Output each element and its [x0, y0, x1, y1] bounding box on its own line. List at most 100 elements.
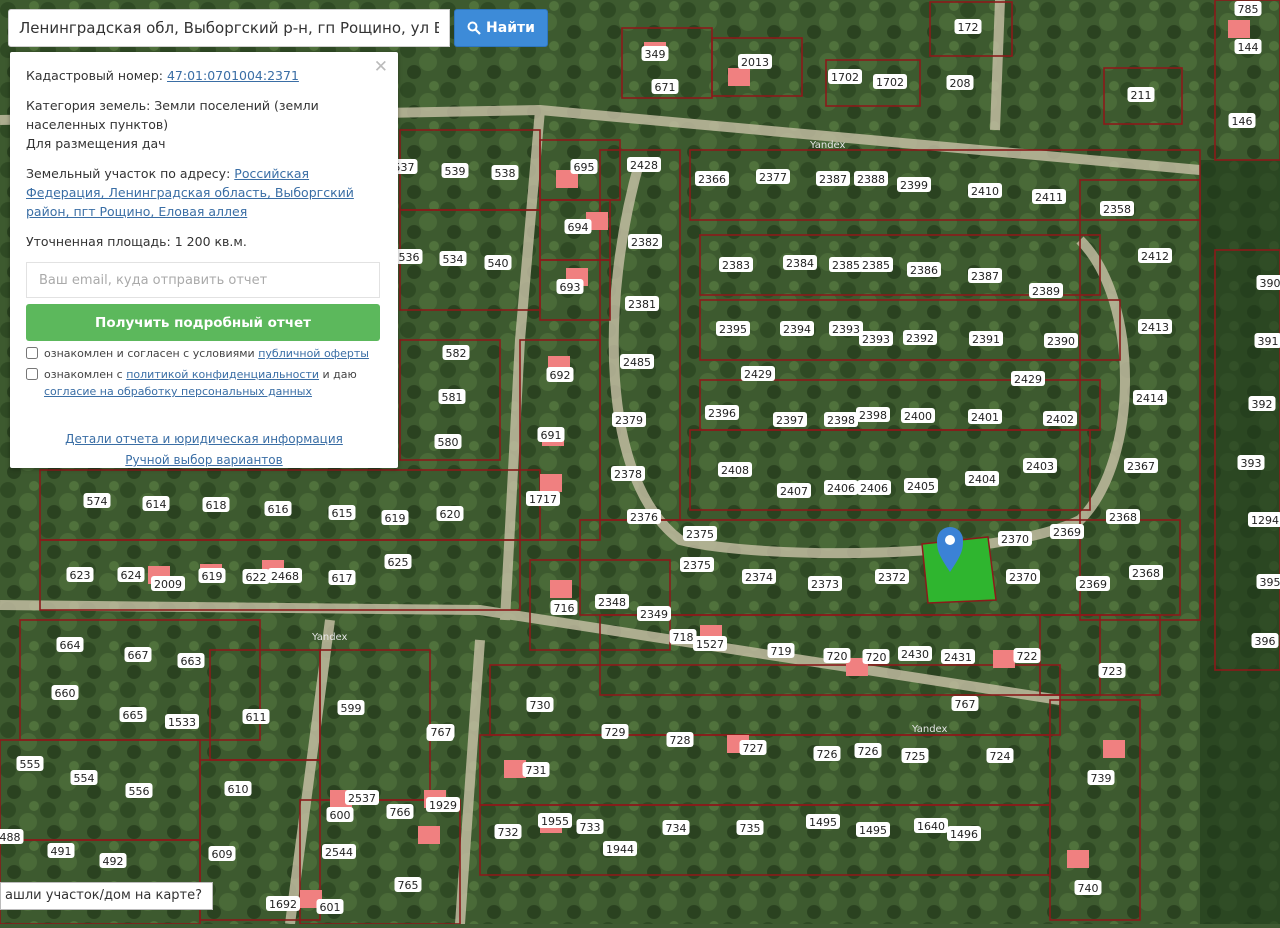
plot-number-label[interactable]: 2403 — [1026, 460, 1054, 473]
plot-number-label[interactable]: 725 — [905, 750, 926, 763]
plot-number-label[interactable]: 735 — [740, 822, 761, 835]
plot-number-label[interactable]: 2412 — [1141, 250, 1169, 263]
plot-number-label[interactable]: 538 — [495, 167, 516, 180]
plot-number-label[interactable]: 625 — [388, 556, 409, 569]
plot-number-label[interactable]: 2406 — [827, 482, 855, 495]
plot-number-label[interactable]: 767 — [955, 698, 976, 711]
plot-number-label[interactable]: 614 — [146, 498, 167, 511]
plot-number-label[interactable]: 395 — [1260, 576, 1280, 589]
privacy-policy-link[interactable]: политикой конфиденциальности — [126, 368, 319, 381]
plot-number-label[interactable]: 2398 — [827, 414, 855, 427]
manual-selection-link[interactable]: Ручной выбор вариантов — [125, 453, 282, 467]
plot-number-label[interactable]: 732 — [498, 826, 519, 839]
plot-number-label[interactable]: 765 — [398, 879, 419, 892]
plot-number-label[interactable]: 581 — [442, 391, 463, 404]
plot-number-label[interactable]: 611 — [246, 711, 267, 724]
plot-number-label[interactable]: 660 — [55, 687, 76, 700]
plot-number-label[interactable]: 2431 — [944, 651, 972, 664]
plot-number-label[interactable]: 393 — [1241, 457, 1262, 470]
address-search-input[interactable] — [8, 9, 450, 47]
plot-number-label[interactable]: 2366 — [698, 173, 726, 186]
plot-number-label[interactable]: 2393 — [862, 333, 890, 346]
plot-number-label[interactable]: 693 — [560, 281, 581, 294]
plot-number-label[interactable]: 615 — [332, 507, 353, 520]
plot-number-label[interactable]: 2405 — [907, 480, 935, 493]
plot-number-label[interactable]: 2373 — [811, 578, 839, 591]
plot-number-label[interactable]: 2406 — [860, 482, 888, 495]
plot-number-label[interactable]: 390 — [1260, 277, 1280, 290]
plot-number-label[interactable]: 172 — [958, 21, 979, 34]
plot-number-label[interactable]: 723 — [1102, 665, 1123, 678]
plot-number-label[interactable]: 491 — [51, 845, 72, 858]
plot-number-label[interactable]: 396 — [1255, 635, 1276, 648]
plot-number-label[interactable]: 2349 — [640, 608, 668, 621]
plot-number-label[interactable]: 692 — [550, 369, 571, 382]
data-processing-link[interactable]: согласие на обработку персональных данны… — [44, 385, 312, 398]
plot-number-label[interactable]: 1717 — [529, 493, 557, 506]
plot-number-label[interactable]: 391 — [1258, 335, 1279, 348]
plot-number-label[interactable]: 1702 — [831, 71, 859, 84]
plot-number-label[interactable]: 2009 — [154, 578, 182, 591]
plot-number-label[interactable]: 540 — [488, 257, 509, 270]
plot-number-label[interactable]: 664 — [60, 639, 81, 652]
plot-number-label[interactable]: 1955 — [541, 815, 569, 828]
plot-number-label[interactable]: 727 — [743, 742, 764, 755]
plot-number-label[interactable]: 729 — [605, 726, 626, 739]
plot-number-label[interactable]: 728 — [670, 734, 691, 747]
plot-number-label[interactable]: 2387 — [971, 270, 999, 283]
plot-number-label[interactable]: 610 — [228, 783, 249, 796]
plot-number-label[interactable]: 2368 — [1132, 567, 1160, 580]
plot-number-label[interactable]: 667 — [128, 649, 149, 662]
plot-number-label[interactable]: 718 — [673, 631, 694, 644]
plot-number-label[interactable]: 2410 — [971, 185, 999, 198]
plot-number-label[interactable]: 1294 — [1251, 514, 1279, 527]
plot-number-label[interactable]: 719 — [771, 645, 792, 658]
plot-number-label[interactable]: 534 — [443, 253, 464, 266]
close-icon[interactable]: ✕ — [374, 58, 388, 77]
plot-number-label[interactable]: 392 — [1252, 398, 1273, 411]
plot-number-label[interactable]: 2537 — [348, 792, 376, 805]
plot-number-label[interactable]: 2391 — [972, 333, 1000, 346]
plot-number-label[interactable]: 620 — [440, 508, 461, 521]
plot-number-label[interactable]: 671 — [655, 81, 676, 94]
plot-number-label[interactable]: 2468 — [271, 570, 299, 583]
plot-number-label[interactable]: 731 — [526, 764, 547, 777]
plot-number-label[interactable]: 2401 — [971, 411, 999, 424]
plot-number-label[interactable]: 1533 — [168, 716, 196, 729]
plot-number-label[interactable]: 2369 — [1053, 526, 1081, 539]
plot-number-label[interactable]: 694 — [568, 221, 589, 234]
plot-number-label[interactable]: 539 — [445, 165, 466, 178]
cadastral-number-link[interactable]: 47:01:0701004:2371 — [167, 68, 299, 83]
plot-number-label[interactable]: 2390 — [1047, 335, 1075, 348]
plot-number-label[interactable]: 2374 — [745, 571, 773, 584]
plot-number-label[interactable]: 2385 — [862, 259, 890, 272]
plot-number-label[interactable]: 2404 — [968, 473, 996, 486]
plot-number-label[interactable]: 2544 — [325, 846, 353, 859]
plot-number-label[interactable]: 582 — [446, 347, 467, 360]
plot-number-label[interactable]: 733 — [580, 821, 601, 834]
plot-number-label[interactable]: 2378 — [614, 468, 642, 481]
plot-number-label[interactable]: 2394 — [783, 323, 811, 336]
plot-number-label[interactable]: 2398 — [859, 409, 887, 422]
plot-number-label[interactable]: 734 — [666, 822, 687, 835]
email-field[interactable] — [26, 262, 380, 298]
plot-number-label[interactable]: 2375 — [683, 559, 711, 572]
plot-number-label[interactable]: 623 — [70, 569, 91, 582]
plot-number-label[interactable]: 556 — [129, 785, 150, 798]
plot-number-label[interactable]: 2370 — [1001, 533, 1029, 546]
plot-number-label[interactable]: 722 — [1017, 650, 1038, 663]
plot-number-label[interactable]: 2375 — [686, 528, 714, 541]
plot-number-label[interactable]: 1495 — [809, 816, 837, 829]
plot-number-label[interactable]: 2358 — [1103, 203, 1131, 216]
plot-number-label[interactable]: 2382 — [631, 236, 659, 249]
plot-number-label[interactable]: 2381 — [628, 298, 656, 311]
privacy-consent-checkbox[interactable] — [26, 368, 38, 380]
plot-number-label[interactable]: 2485 — [623, 356, 651, 369]
plot-number-label[interactable]: 2407 — [780, 485, 808, 498]
plot-number-label[interactable]: 555 — [20, 758, 41, 771]
plot-number-label[interactable]: 609 — [212, 848, 233, 861]
plot-number-label[interactable]: 2396 — [708, 407, 736, 420]
plot-number-label[interactable]: 2413 — [1141, 321, 1169, 334]
plot-number-label[interactable]: 720 — [827, 650, 848, 663]
plot-number-label[interactable]: 726 — [817, 748, 838, 761]
